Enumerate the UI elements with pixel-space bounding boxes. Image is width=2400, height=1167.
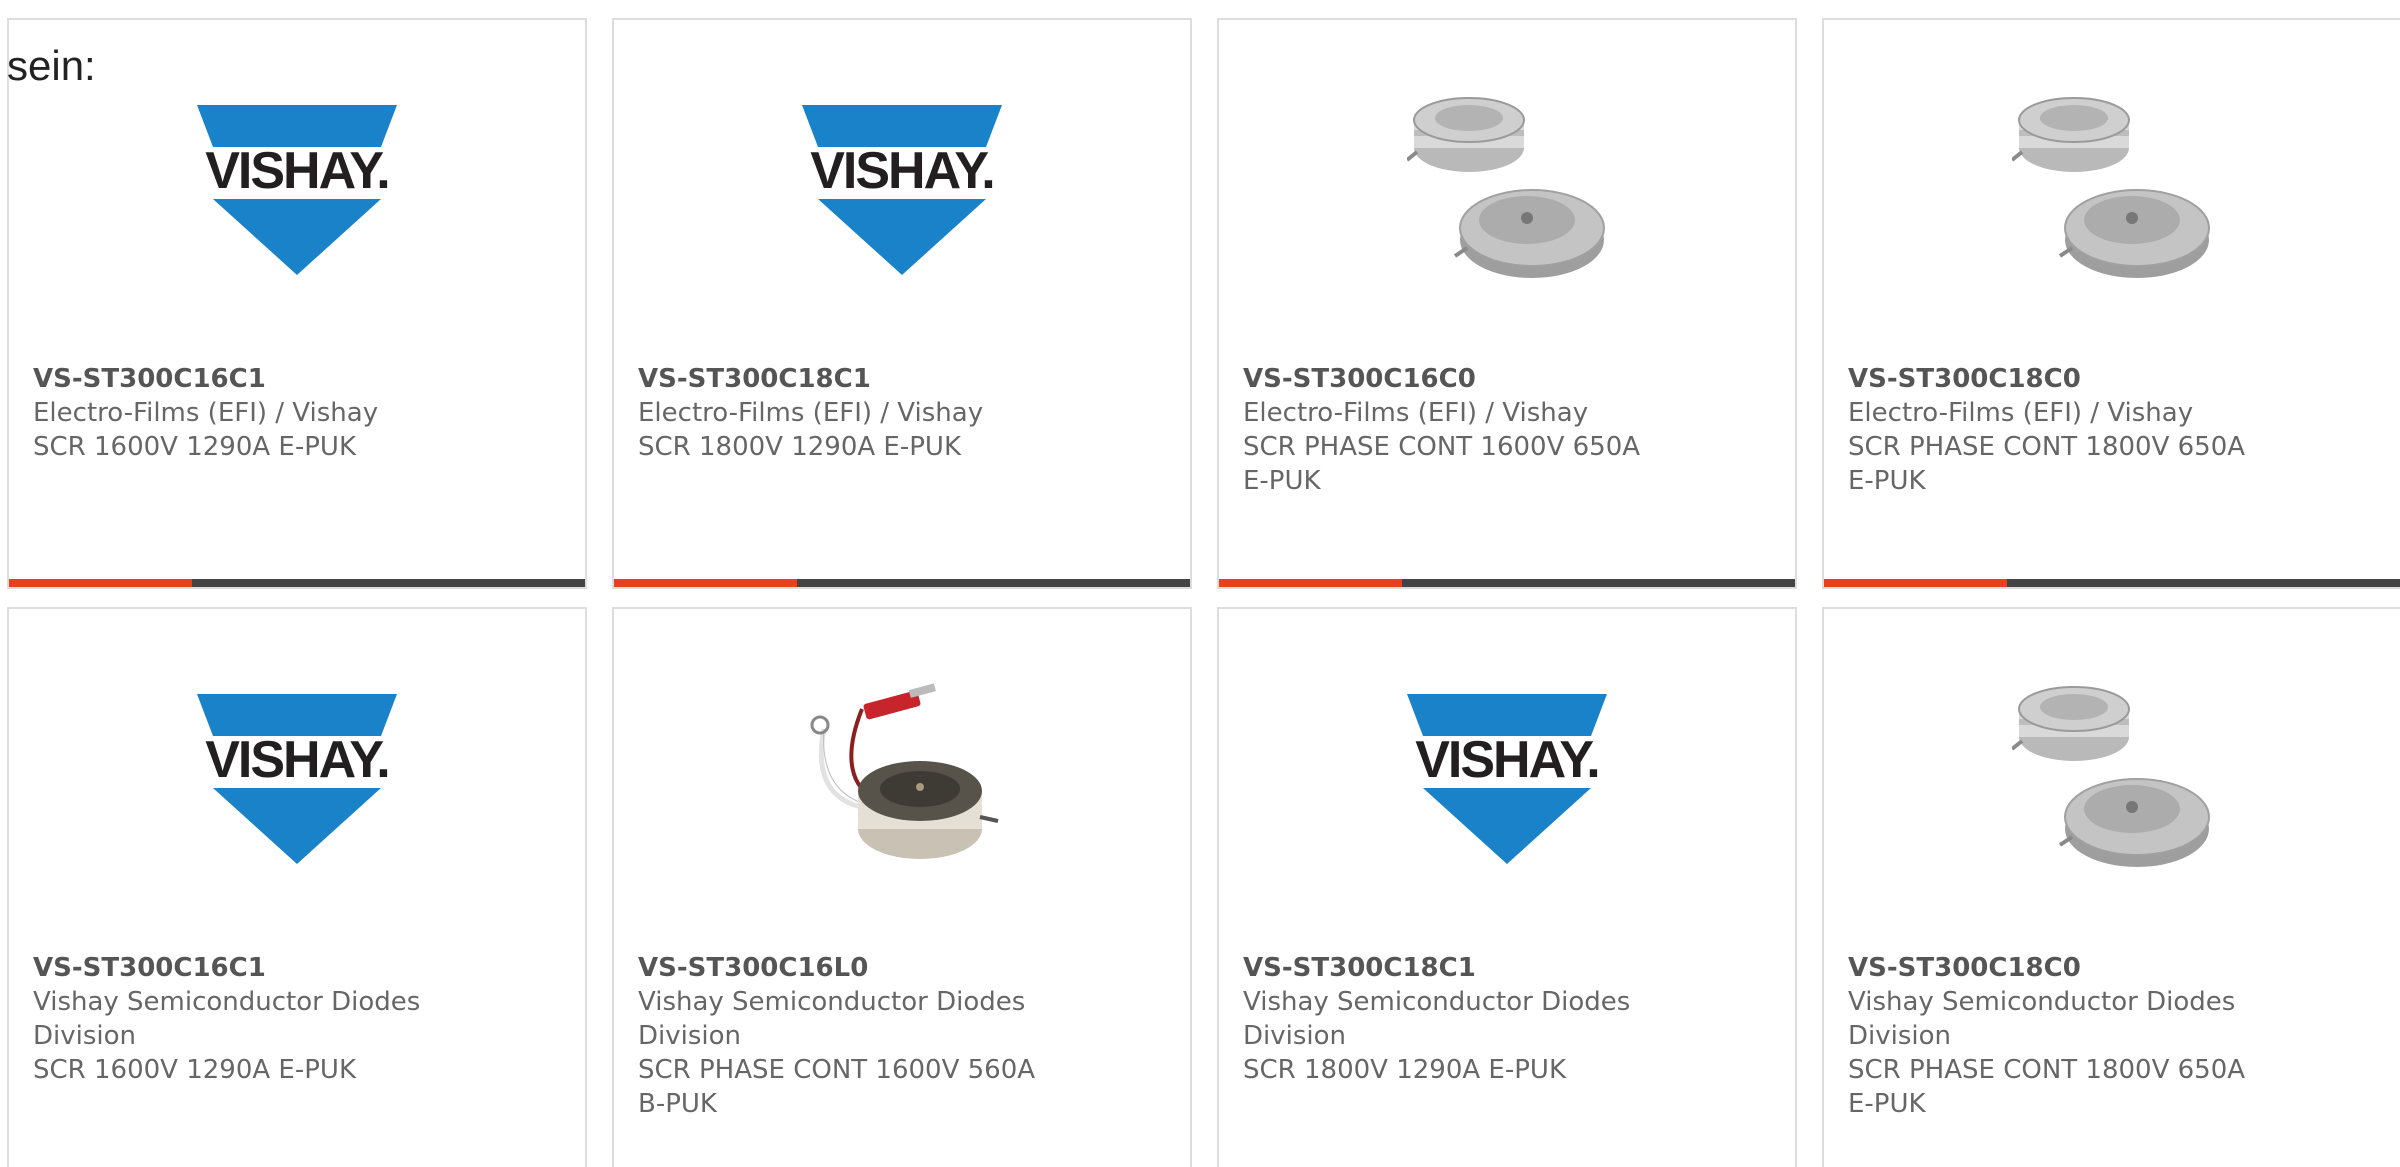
product-card[interactable]: VISHAY. VS-ST300C16C1 Electro-Films (EFI…	[7, 18, 587, 589]
svg-text:VISHAY.: VISHAY.	[205, 731, 389, 789]
svg-text:VISHAY.: VISHAY.	[810, 142, 994, 200]
accent-bar-dark	[1402, 579, 1795, 587]
product-grid: VISHAY. VS-ST300C16C1 Electro-Films (EFI…	[7, 18, 2400, 1167]
product-description: SCR PHASE CONT 1600V 560A B-PUK	[638, 1055, 1036, 1119]
accent-bar-dark	[192, 579, 585, 587]
manufacturer-name: Vishay Semiconductor Diodes Division	[638, 987, 1026, 1051]
svg-text:VISHAY.: VISHAY.	[205, 142, 389, 200]
manufacturer-name: Vishay Semiconductor Diodes Division	[1243, 987, 1631, 1051]
accent-bar-orange	[9, 579, 192, 587]
product-description: SCR 1600V 1290A E-PUK	[33, 1055, 356, 1085]
part-number-link[interactable]: VS-ST300C18C1	[638, 362, 1058, 396]
product-card[interactable]: VS-ST300C18C0 Vishay Semiconductor Diode…	[1822, 607, 2400, 1167]
part-number-link[interactable]: VS-ST300C16C1	[33, 951, 453, 985]
product-description: SCR PHASE CONT 1800V 650A E-PUK	[1848, 432, 2246, 496]
thyristor-image	[2012, 90, 2212, 290]
manufacturer-name: Vishay Semiconductor Diodes Division	[1848, 987, 2236, 1051]
part-number-link[interactable]: VS-ST300C16C0	[1243, 362, 1663, 396]
card-accent-bar	[1824, 579, 2400, 587]
accent-bar-orange	[614, 579, 797, 587]
accent-bar-dark	[2007, 579, 2400, 587]
card-accent-bar	[614, 579, 1190, 587]
manufacturer-name: Electro-Films (EFI) / Vishay	[1243, 398, 1589, 428]
manufacturer-name: Vishay Semiconductor Diodes Division	[33, 987, 421, 1051]
product-grid-page: sein: VISHAY. VS-ST300C16C1 Electro-Film…	[0, 0, 2400, 1167]
vishay-logo-image: VISHAY.	[1407, 679, 1607, 879]
part-number-link[interactable]: VS-ST300C18C0	[1848, 362, 2268, 396]
product-info: VS-ST300C18C1 Vishay Semiconductor Diode…	[1243, 951, 1663, 1087]
thyristor-image	[2012, 679, 2212, 879]
vishay-logo-image: VISHAY.	[197, 90, 397, 290]
part-number-link[interactable]: VS-ST300C16L0	[638, 951, 1058, 985]
product-info: VS-ST300C18C0 Electro-Films (EFI) / Vish…	[1848, 362, 2268, 498]
product-card[interactable]: VISHAY. VS-ST300C18C1 Electro-Films (EFI…	[612, 18, 1192, 589]
vishay-logo-image: VISHAY.	[197, 679, 397, 879]
card-accent-bar	[1219, 579, 1795, 587]
part-number-link[interactable]: VS-ST300C18C0	[1848, 951, 2268, 985]
product-description: SCR 1800V 1290A E-PUK	[1243, 1055, 1566, 1085]
product-card[interactable]: VISHAY. VS-ST300C16C1 Vishay Semiconduct…	[7, 607, 587, 1167]
vishay-logo-image: VISHAY.	[802, 90, 1002, 290]
manufacturer-name: Electro-Films (EFI) / Vishay	[1848, 398, 2194, 428]
product-info: VS-ST300C18C1 Electro-Films (EFI) / Vish…	[638, 362, 1058, 464]
product-info: VS-ST300C18C0 Vishay Semiconductor Diode…	[1848, 951, 2268, 1121]
product-card[interactable]: VS-ST300C18C0 Electro-Films (EFI) / Vish…	[1822, 18, 2400, 589]
card-accent-bar	[9, 579, 585, 587]
thyristor-image	[1407, 90, 1607, 290]
part-number-link[interactable]: VS-ST300C18C1	[1243, 951, 1663, 985]
accent-bar-dark	[797, 579, 1190, 587]
product-card[interactable]: VISHAY. VS-ST300C18C1 Vishay Semiconduct…	[1217, 607, 1797, 1167]
product-info: VS-ST300C16C1 Vishay Semiconductor Diode…	[33, 951, 453, 1087]
accent-bar-orange	[1824, 579, 2007, 587]
product-description: SCR 1600V 1290A E-PUK	[33, 432, 356, 462]
product-card[interactable]: VS-ST300C16C0 Electro-Films (EFI) / Vish…	[1217, 18, 1797, 589]
product-info: VS-ST300C16C0 Electro-Films (EFI) / Vish…	[1243, 362, 1663, 498]
manufacturer-name: Electro-Films (EFI) / Vishay	[33, 398, 379, 428]
product-description: SCR PHASE CONT 1800V 650A E-PUK	[1848, 1055, 2246, 1119]
product-info: VS-ST300C16C1 Electro-Films (EFI) / Vish…	[33, 362, 453, 464]
product-description: SCR PHASE CONT 1600V 650A E-PUK	[1243, 432, 1641, 496]
product-info: VS-ST300C16L0 Vishay Semiconductor Diode…	[638, 951, 1058, 1121]
svg-text:VISHAY.: VISHAY.	[1415, 731, 1599, 789]
product-card[interactable]: VS-ST300C16L0 Vishay Semiconductor Diode…	[612, 607, 1192, 1167]
intro-text: sein:	[7, 42, 96, 89]
accent-bar-orange	[1219, 579, 1402, 587]
product-description: SCR 1800V 1290A E-PUK	[638, 432, 961, 462]
part-number-link[interactable]: VS-ST300C16C1	[33, 362, 453, 396]
manufacturer-name: Electro-Films (EFI) / Vishay	[638, 398, 984, 428]
thyristor-with-leads-image	[802, 679, 1002, 879]
